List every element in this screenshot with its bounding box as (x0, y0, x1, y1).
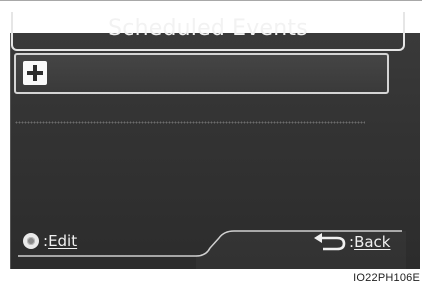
list-divider (15, 121, 365, 124)
add-event-row[interactable] (14, 53, 389, 94)
return-arrow-icon (314, 233, 346, 251)
header-bar: Scheduled Events (11, 12, 405, 51)
back-softkey[interactable]: :Back (313, 231, 390, 253)
figure-caption: IO22PH106E (353, 272, 420, 284)
edit-label: Edit (48, 232, 78, 250)
plus-icon[interactable] (23, 61, 47, 85)
page-title: Scheduled Events (108, 16, 308, 41)
edit-softkey[interactable]: :Edit (23, 229, 77, 253)
knob-icon (23, 233, 39, 249)
back-label: Back (354, 233, 391, 251)
